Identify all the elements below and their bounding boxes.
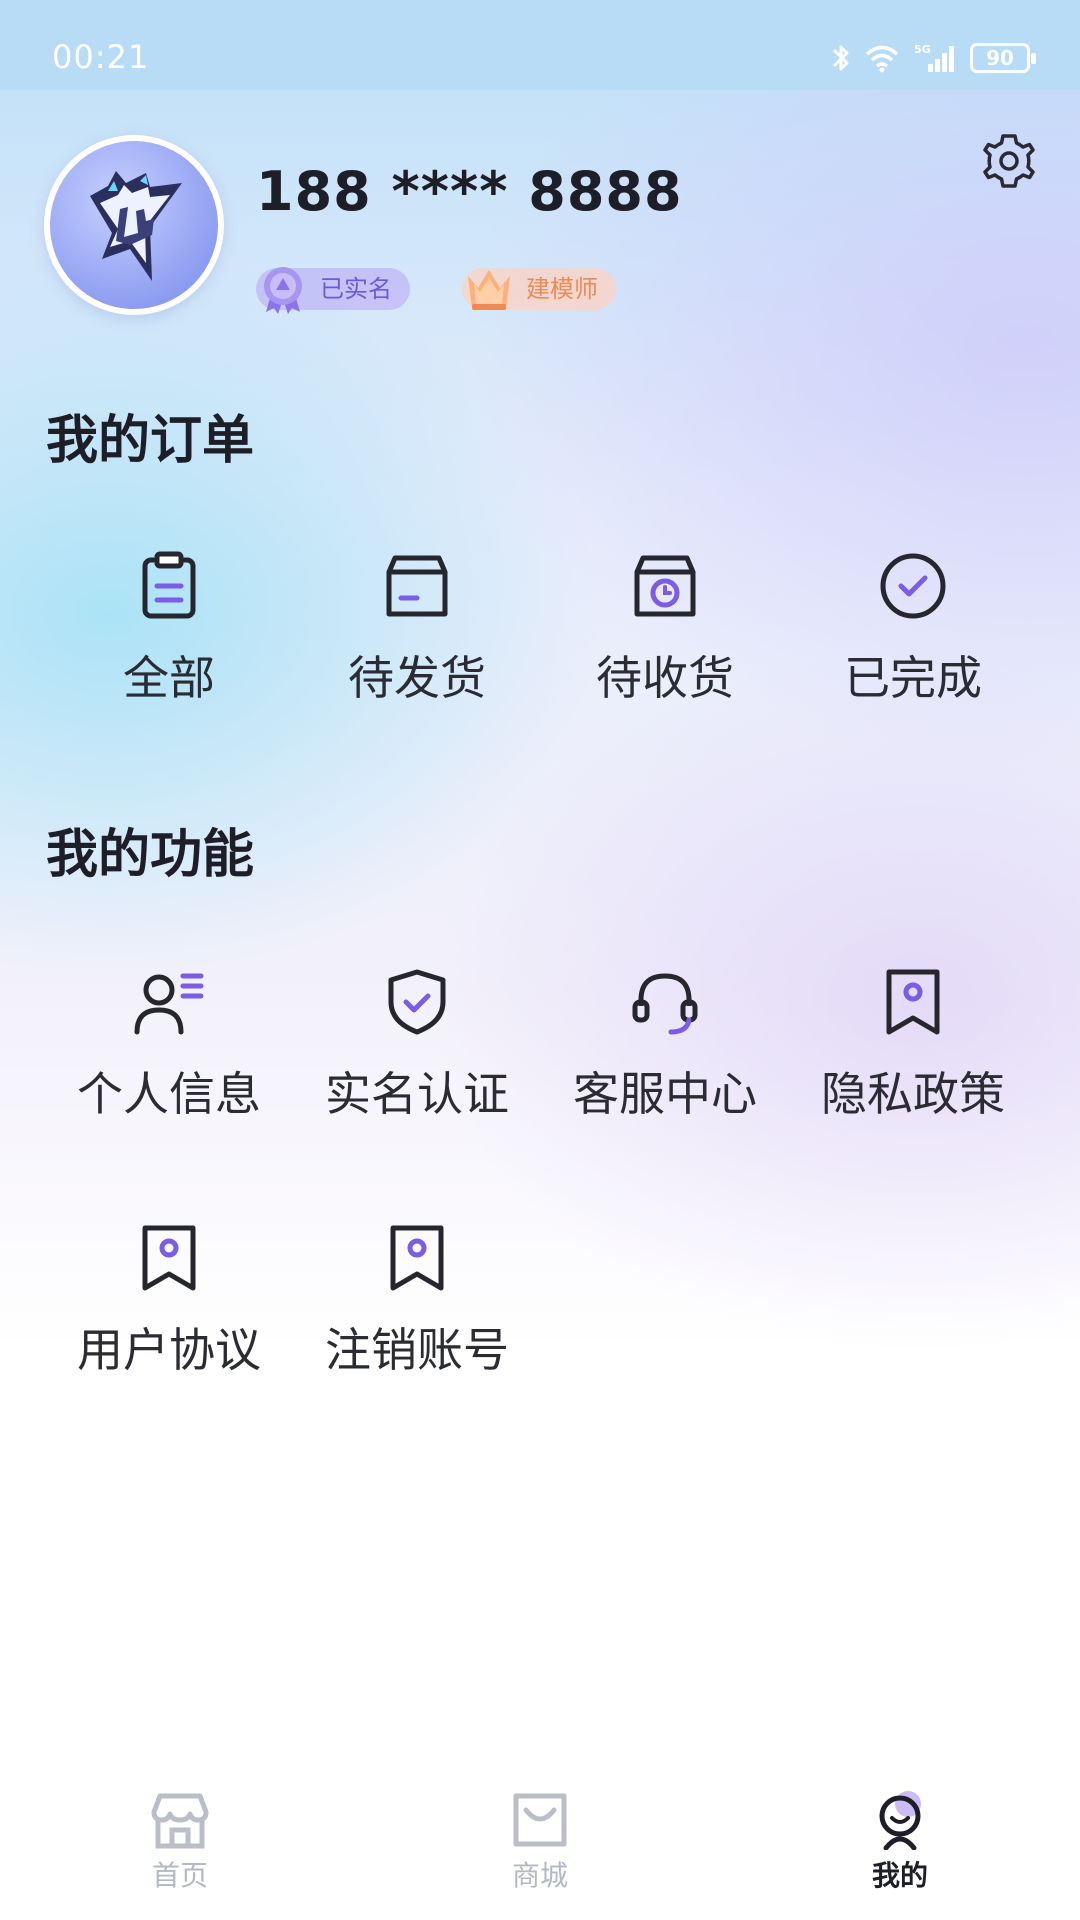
shopping-bag-icon — [513, 1793, 567, 1847]
feature-personal-info-label: 个人信息 — [77, 1067, 261, 1121]
status-icons: 5G 90 — [830, 40, 1036, 76]
check-circle-icon — [880, 553, 946, 619]
profile-face-icon — [879, 1791, 921, 1850]
shield-check-icon — [388, 969, 446, 1035]
status-bar: 00:21 5G 90 — [0, 0, 1080, 90]
tab-mall[interactable]: 商城 — [440, 1790, 640, 1894]
box-clock-icon — [634, 555, 696, 617]
svg-text:5G: 5G — [914, 43, 931, 56]
headset-icon — [632, 973, 698, 1035]
order-to-ship-label: 待发货 — [348, 651, 486, 705]
bluetooth-icon — [832, 45, 849, 71]
user-list-icon — [134, 973, 204, 1035]
order-to-receive-button[interactable]: 待收货 — [540, 550, 790, 708]
feature-real-name-button[interactable]: 实名认证 — [292, 966, 542, 1124]
order-completed-button[interactable]: 已完成 — [788, 550, 1038, 708]
order-all-label: 全部 — [123, 651, 215, 705]
battery-indicator: 90 — [970, 43, 1036, 73]
feature-delete-account-button[interactable]: 注销账号 — [292, 1222, 542, 1380]
order-to-receive-label: 待收货 — [596, 651, 734, 705]
feature-real-name-label: 实名认证 — [325, 1067, 509, 1121]
box-icon — [386, 555, 448, 617]
feature-user-agreement-label: 用户协议 — [77, 1323, 261, 1377]
settings-gear-icon[interactable] — [980, 132, 1038, 190]
tab-home[interactable]: 首页 — [80, 1790, 280, 1894]
clipboard-icon — [142, 551, 196, 619]
medal-icon — [264, 267, 302, 314]
feature-personal-info-button[interactable]: 个人信息 — [44, 966, 294, 1124]
badge-modeler-label: 建模师 — [526, 275, 598, 303]
store-icon — [151, 1793, 209, 1849]
bottom-tab-bar: 首页 商城 我的 — [0, 1770, 1080, 1920]
status-time: 00:21 — [52, 38, 150, 76]
phone-number: 188 **** 8888 — [256, 160, 683, 223]
tab-mine-label: 我的 — [871, 1859, 928, 1892]
order-all-button[interactable]: 全部 — [44, 550, 294, 708]
feature-privacy-policy-button[interactable]: 隐私政策 — [788, 966, 1038, 1124]
feature-privacy-policy-label: 隐私政策 — [821, 1067, 1005, 1121]
tab-home-label: 首页 — [151, 1859, 208, 1892]
crown-icon — [468, 270, 510, 310]
badge-modeler: 建模师 — [462, 268, 616, 310]
order-completed-label: 已完成 — [844, 651, 982, 705]
feature-customer-service-button[interactable]: 客服中心 — [540, 966, 790, 1124]
bookmark-icon — [886, 969, 940, 1035]
avatar-logo-icon — [90, 171, 182, 281]
orders-section-title: 我的订单 — [46, 411, 255, 471]
badge-verified: 已实名 — [256, 267, 410, 314]
feature-customer-service-label: 客服中心 — [573, 1067, 757, 1121]
wifi-icon — [865, 45, 899, 73]
signal-5g-icon: 5G — [914, 43, 954, 72]
order-to-ship-button[interactable]: 待发货 — [292, 550, 542, 708]
bookmark-icon — [390, 1225, 444, 1291]
tab-mine[interactable]: 我的 — [800, 1790, 1000, 1894]
features-section-title: 我的功能 — [46, 825, 255, 885]
feature-delete-account-label: 注销账号 — [325, 1323, 509, 1377]
feature-user-agreement-button[interactable]: 用户协议 — [44, 1222, 294, 1380]
bookmark-icon — [142, 1225, 196, 1291]
tab-mall-label: 商城 — [511, 1859, 568, 1892]
avatar[interactable] — [44, 135, 224, 315]
badge-verified-label: 已实名 — [320, 275, 392, 303]
